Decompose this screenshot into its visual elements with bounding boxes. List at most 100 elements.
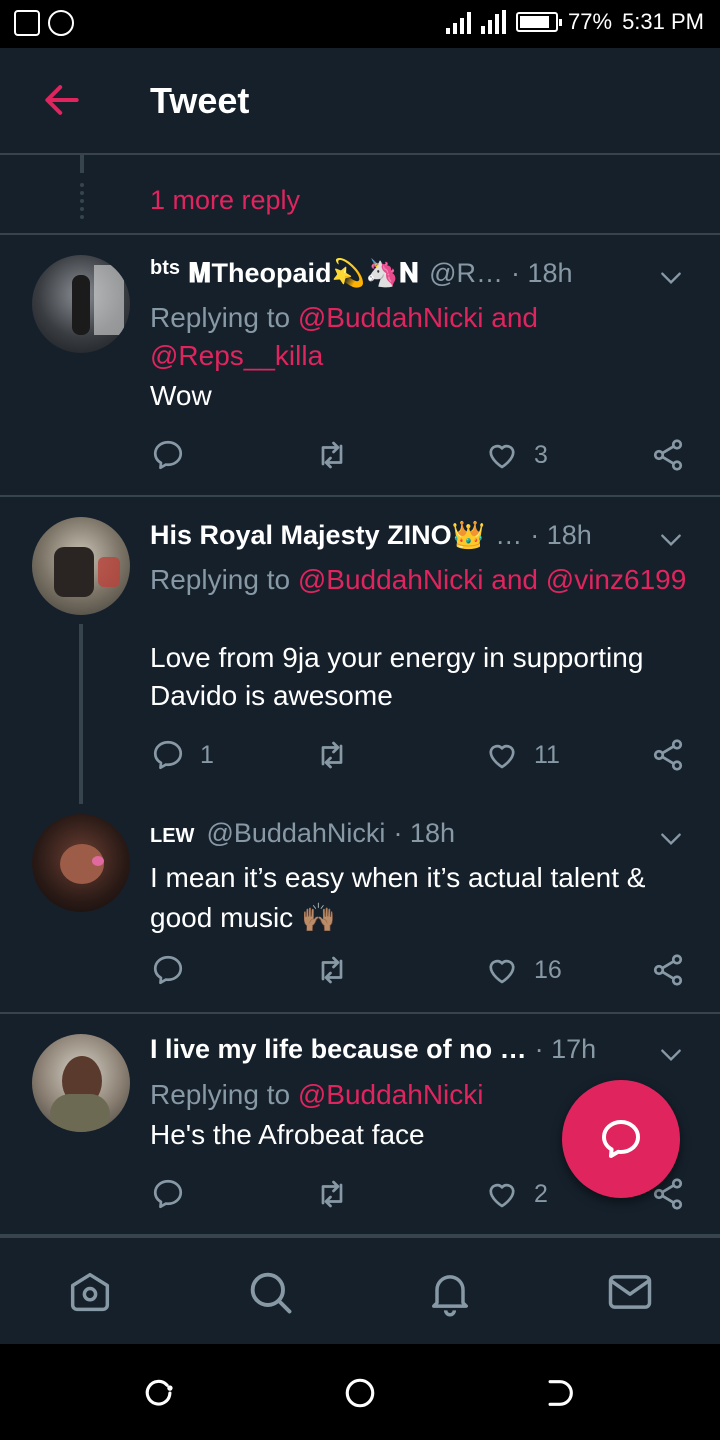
reply-button[interactable]: 1 [150,737,214,773]
timestamp: · 18h [530,520,592,550]
tweet-header: LEW @BuddahNicki · 18h [150,818,690,854]
thread-line [79,624,83,804]
signal-h-plus-icon [481,10,507,34]
share-button[interactable] [650,952,686,988]
display-name[interactable]: 𝐌Theopaid💫🦄𝐍 [188,257,419,290]
reply-button[interactable] [150,1176,200,1212]
tweet-item[interactable]: His Royal Majesty ZINO👑 … · 18h Replying… [0,499,720,804]
retweet-button[interactable] [314,737,350,773]
like-button[interactable]: 2 [484,1176,548,1212]
retweet-button[interactable] [314,952,350,988]
more-replies-link[interactable]: 1 more reply [150,185,300,216]
bottom-navigation [0,1236,720,1344]
clock: 5:31 PM [622,9,704,34]
retweet-icon [321,956,343,984]
retweet-icon [321,1180,343,1208]
home-button-icon[interactable] [343,1376,377,1410]
tweet-actions: 3 [150,437,690,477]
system-navigation-bar [0,1344,720,1440]
name-prefix: bts [150,257,180,279]
cast-icon [14,10,40,36]
share-button[interactable] [650,737,686,773]
tweet-item[interactable]: LEW @BuddahNicki · 18h I mean it’s easy … [0,804,720,1014]
chevron-down-icon[interactable] [658,527,684,553]
search-icon[interactable] [244,1266,296,1318]
status-bar: 77% 5:31 PM [0,0,720,48]
avatar[interactable] [32,255,130,353]
like-button[interactable]: 11 [484,737,560,773]
chevron-down-icon[interactable] [658,1042,684,1068]
tweet-item[interactable]: bts 𝐌Theopaid💫🦄𝐍 @R… · 18h Replying to @… [0,237,720,497]
tweet-header: I live my life because of no … · 17h [150,1034,690,1070]
top-app-bar: Tweet [0,48,720,155]
replying-to: Replying to @BuddahNicki and @vinz6199 [150,561,690,599]
reply-button[interactable] [150,952,200,988]
reply-icon [153,1179,183,1209]
tweet-actions: 16 [150,952,690,992]
messages-icon[interactable] [604,1266,656,1318]
tweet-detail-screen: Tweet 1 more reply bts 𝐌Theopaid💫🦄𝐍 @R… … [0,48,720,1344]
tweet-header: His Royal Majesty ZINO👑 … · 18h [150,519,690,555]
home-icon[interactable] [64,1266,116,1318]
heart-icon [489,444,515,469]
recent-apps-icon[interactable] [143,1376,177,1410]
display-name[interactable]: His Royal Majesty ZINO👑 [150,519,485,551]
retweet-icon [321,441,343,469]
share-icon [653,954,683,986]
tweet-actions: 1 11 [150,737,690,777]
page-title: Tweet [150,80,250,121]
display-name[interactable]: LEW [150,825,194,848]
tweet-text: Love from 9ja your energy in supporting … [150,642,644,711]
battery-icon [516,12,563,32]
tweet-text: Wow [150,380,212,411]
battery-percent: 77% [568,9,613,34]
compose-reply-button[interactable] [562,1080,680,1198]
avatar[interactable] [32,517,130,615]
replying-prefix: Replying to [150,1079,298,1110]
timestamp: · 18h [510,258,573,288]
notifications-icon[interactable] [424,1266,476,1318]
tweet-header: bts 𝐌Theopaid💫🦄𝐍 @R… · 18h [150,257,690,293]
heart-icon [489,959,515,984]
share-icon [653,439,683,471]
compose-reply-icon [602,1120,640,1158]
mention-link[interactable]: @BuddahNicki and @vinz6199 [298,564,686,595]
user-handle: @BuddahNicki [206,818,386,848]
arrow-left-icon[interactable] [40,78,84,122]
replying-to: Replying to @BuddahNicki and @Reps__kill… [150,299,690,375]
replying-prefix: Replying to [150,302,298,333]
timestamp: · 17h [534,1034,597,1064]
whatsapp-icon [48,10,74,36]
chevron-down-icon[interactable] [658,826,684,852]
like-count: 3 [534,440,548,469]
more-replies-row[interactable]: 1 more reply [0,155,720,235]
heart-icon [489,744,515,769]
share-button[interactable] [650,437,686,473]
like-count: 11 [534,740,560,769]
retweet-icon [321,741,343,769]
avatar[interactable] [32,1034,130,1132]
like-count: 2 [534,1179,548,1208]
replying-prefix: Replying to [150,564,298,595]
like-button[interactable]: 16 [484,952,562,988]
thread-dots [80,183,84,219]
retweet-button[interactable] [314,1176,350,1212]
retweet-button[interactable] [314,437,350,473]
thread-line [80,155,84,173]
reply-icon [153,955,183,985]
avatar[interactable] [32,814,130,912]
reply-button[interactable] [150,437,200,473]
mention-link[interactable]: @BuddahNicki [298,1079,484,1110]
like-count: 16 [534,955,562,984]
heart-icon [489,1183,515,1208]
reply-icon [153,440,183,470]
timestamp: · 18h [393,818,455,848]
chevron-down-icon[interactable] [658,265,684,291]
like-button[interactable]: 3 [484,437,548,473]
tweet-text: I mean it’s easy when it’s actual talent… [150,862,646,933]
display-name[interactable]: I live my life because of no … [150,1034,527,1065]
signal-icon [446,10,472,34]
user-handle: … [495,520,523,550]
back-button-icon[interactable] [543,1376,577,1410]
reply-icon [153,740,183,770]
